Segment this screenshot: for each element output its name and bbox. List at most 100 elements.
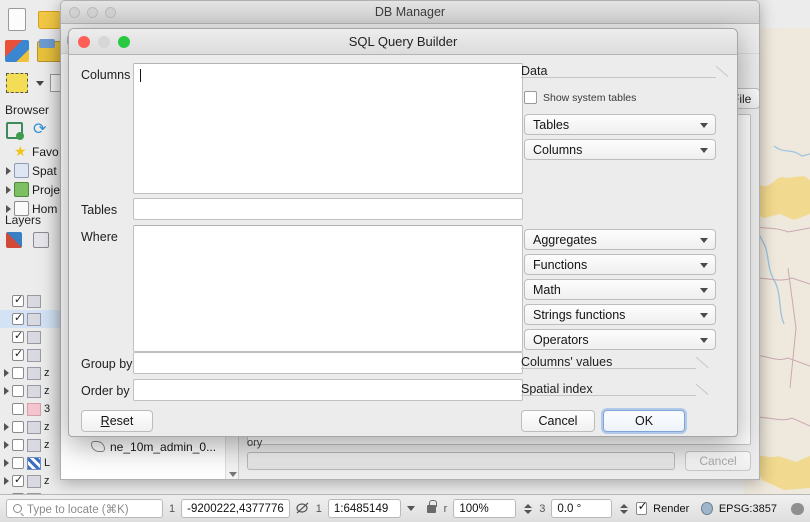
layer-visibility-checkbox[interactable] [12,311,24,325]
locator-search-input[interactable]: Type to locate (⌘K) [6,499,164,518]
cancel-button[interactable]: Cancel [521,410,595,432]
expand-triangle-icon[interactable] [4,369,9,377]
layer-visibility-checkbox[interactable] [12,329,24,343]
magnifier-stepper[interactable] [522,499,533,518]
db-manager-window-controls[interactable] [69,6,116,18]
layer-visibility-checkbox[interactable] [12,347,24,361]
chevron-down-icon [700,338,708,343]
layer-visibility-checkbox[interactable] [12,457,24,469]
extents-icon[interactable] [296,502,310,515]
dropdown-caret-icon[interactable] [36,80,44,86]
spatialite-icon [14,163,29,178]
db-manager-titlebar[interactable]: DB Manager [61,1,759,24]
close-button[interactable] [78,36,90,48]
layers-panel-title: Layers [5,213,42,227]
chevron-down-icon [700,313,708,318]
expand-triangle-icon[interactable] [4,441,9,449]
layer-symbol-icon [27,474,41,488]
db-manager-icon[interactable] [36,38,62,64]
reset-mnemonic: R [100,414,110,428]
sql-query-builder-titlebar[interactable]: SQL Query Builder [69,29,737,55]
layer-symbol-icon [27,420,41,434]
layer-visibility-checkbox[interactable] [12,367,24,379]
layer-name-label: z [44,439,50,451]
zoom-button[interactable] [118,36,130,48]
render-checkbox[interactable] [635,499,647,515]
expand-triangle-icon[interactable] [4,459,9,467]
rotation-stepper[interactable] [618,499,629,518]
operators-combo[interactable]: Operators [524,329,716,350]
dialog-title: SQL Query Builder [348,34,458,49]
layer-visibility-checkbox[interactable] [12,439,24,451]
strings-functions-combo-label: Strings functions [533,307,626,322]
db-table-label: ne_10m_admin_0... [110,439,217,454]
order-by-input[interactable] [133,379,523,401]
zoom-button[interactable] [105,6,116,18]
layer-symbol-icon [27,402,41,416]
status-bar: Type to locate (⌘K) 1 -9200222,4377776 1… [0,494,810,522]
layer-visibility-checkbox[interactable] [12,293,24,307]
layer-visibility-checkbox[interactable] [12,385,24,397]
close-button[interactable] [69,6,80,18]
layer-name-label: L [44,457,51,469]
db-table-item[interactable]: ne_10m_admin_0... [61,438,226,455]
where-label: Where [81,230,118,244]
group-by-input[interactable] [133,352,523,374]
expand-triangle-icon[interactable] [4,387,9,395]
ok-button[interactable]: OK [603,410,685,432]
scale-input[interactable]: 1:6485149 [327,499,401,518]
expand-triangle-icon[interactable] [6,166,11,175]
expand-triangle-icon[interactable] [4,477,9,485]
minimize-button [98,36,110,48]
show-system-tables-checkbox[interactable] [524,91,537,104]
layer-visibility-checkbox[interactable] [12,403,24,415]
rotation-label: 3 [539,502,546,515]
chevron-down-icon [700,263,708,268]
columns-label: Columns [81,68,131,82]
scroll-down-icon[interactable] [229,472,237,477]
add-item-icon[interactable] [6,122,24,140]
rotation-input[interactable]: 0.0 ° [551,499,613,518]
refresh-icon[interactable]: ⟳ [33,122,50,139]
add-layer-icon[interactable] [4,38,30,64]
math-combo[interactable]: Math [524,279,716,300]
lock-icon[interactable] [426,499,437,513]
sql-query-builder-dialog[interactable]: SQL Query Builder Columns Tables Where G… [68,28,738,437]
tables-combo[interactable]: Tables [524,114,716,135]
new-file-icon[interactable] [4,6,30,32]
dialog-body: Columns Tables Where Group by Order by D… [69,55,737,436]
reset-button[interactable]: Reset [81,410,153,432]
messages-icon[interactable] [790,502,805,515]
history-label: ory [247,437,263,449]
magnifier-input[interactable]: 100% [453,499,516,518]
expand-triangle-icon[interactable] [6,185,11,194]
scale-dropdown-icon[interactable] [406,506,415,511]
coordinate-input[interactable]: -9200222,4377776 [181,499,290,518]
open-layer-styling-icon[interactable] [6,232,22,248]
open-folder-icon[interactable] [36,6,62,32]
coordinate-label: 1 [169,502,176,515]
aggregates-combo[interactable]: Aggregates [524,229,716,250]
layer-visibility-checkbox[interactable] [12,473,24,487]
rotation-value: 0.0 ° [557,502,582,515]
add-group-icon[interactable] [33,232,49,248]
show-system-tables-row[interactable]: Show system tables [524,91,636,104]
expand-triangle-icon[interactable] [6,204,11,213]
expand-triangle-icon[interactable] [4,423,9,431]
db-manager-title: DB Manager [374,5,446,19]
window-controls[interactable] [78,36,130,48]
minimize-button[interactable] [87,6,98,18]
layer-symbol-icon [27,366,41,380]
functions-combo[interactable]: Functions [524,254,716,275]
strings-functions-combo[interactable]: Strings functions [524,304,716,325]
crs-value[interactable]: EPSG:3857 [719,503,777,515]
layer-name-label: z [44,421,50,433]
layer-visibility-checkbox[interactable] [12,421,24,433]
columns-input[interactable] [133,63,523,194]
select-features-icon[interactable] [4,70,30,96]
tables-input[interactable] [133,198,523,220]
crs-icon[interactable] [701,502,713,515]
chevron-down-icon [700,148,708,153]
columns-combo[interactable]: Columns [524,139,716,160]
where-input[interactable] [133,225,523,352]
